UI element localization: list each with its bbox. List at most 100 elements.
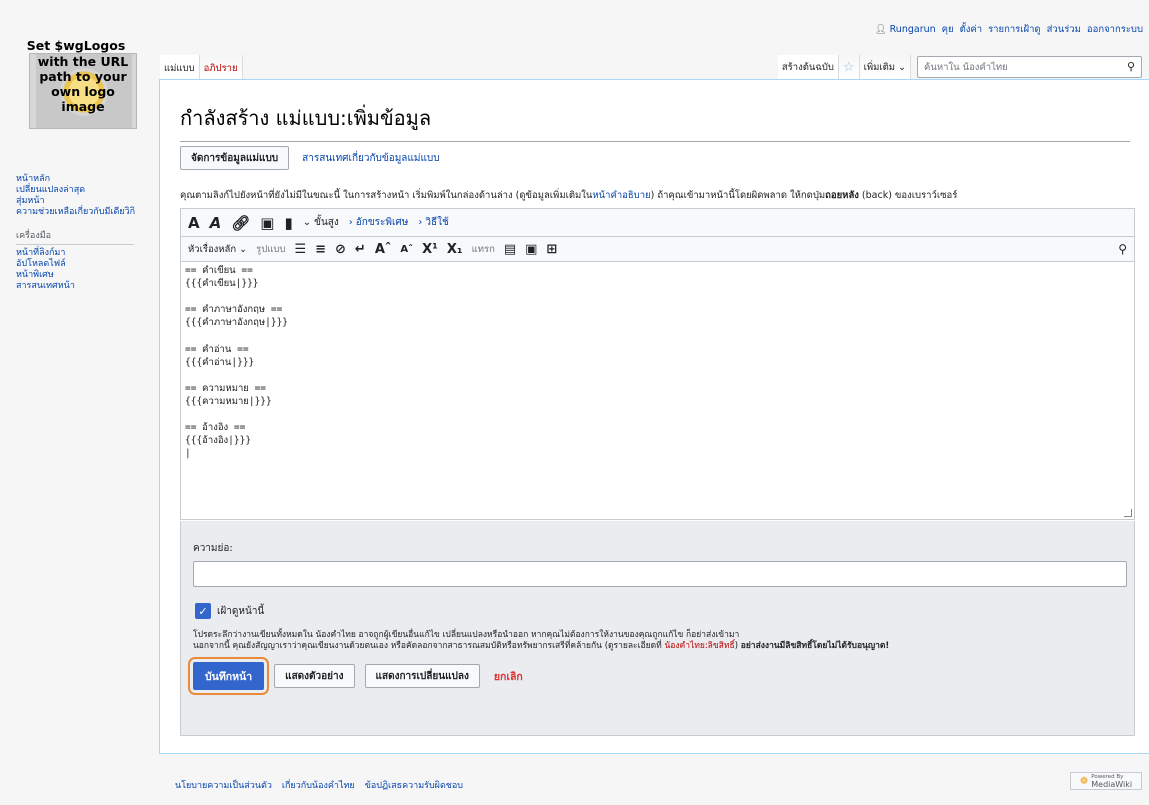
advanced-toggle[interactable]: ⌄ ขั้นสูง bbox=[303, 215, 339, 230]
save-draft-icon[interactable]: ▮ bbox=[284, 214, 292, 232]
chevron-down-icon: ⌄ bbox=[302, 217, 312, 228]
wikitext-textarea[interactable]: == คำเขียน == {{{คำเขียน|}}} == คำภาษาอั… bbox=[181, 262, 1134, 519]
powered-name: MediaWiki bbox=[1091, 779, 1133, 789]
edit-actions: บันทึกหน้า แสดงตัวอย่าง แสดงการเปลี่ยนแป… bbox=[187, 657, 523, 695]
cancel-link[interactable]: ยกเลิก bbox=[494, 668, 523, 685]
sidebar-item-what-links-here[interactable]: หน้าที่ลิงก์มา bbox=[16, 248, 146, 259]
user-link[interactable]: 👤︎ Rungarun bbox=[875, 24, 936, 35]
resize-handle[interactable] bbox=[1124, 509, 1132, 517]
small-text-icon[interactable]: Aˆ bbox=[400, 244, 413, 255]
sidebar-item-random-page[interactable]: สุ่มหน้า bbox=[16, 196, 146, 207]
heading-select-label: หัวเรื่องหลัก bbox=[188, 243, 237, 255]
sidebar: หน้าหลัก เปลี่ยนแปลงล่าสุด สุ่มหน้า ความ… bbox=[16, 174, 146, 292]
notice-bold: ถอยหลัง bbox=[825, 190, 859, 201]
logo-line-4: own logo bbox=[51, 84, 115, 99]
tab-template[interactable]: แม่แบบ bbox=[160, 55, 200, 79]
help-toggle[interactable]: › วิธีใช้ bbox=[418, 215, 448, 230]
gallery-icon[interactable]: ▤ bbox=[504, 242, 516, 257]
logout-link[interactable]: ออกจากระบบ bbox=[1087, 22, 1143, 37]
about-link[interactable]: เกี่ยวกับน้องคำไทย bbox=[282, 778, 355, 792]
numbered-list-icon[interactable]: ≡ bbox=[315, 242, 326, 257]
superscript-icon[interactable]: X¹ bbox=[422, 242, 438, 257]
search-input[interactable]: ค้นหาใน น้องคำไทย ⚲ bbox=[917, 56, 1142, 78]
watch-this-page[interactable]: ✓ เฝ้าดูหน้านี้ bbox=[195, 603, 264, 619]
notice-text-2: ) ถ้าคุณเข้ามาหน้านี้โดยผิดพลาด ให้กดปุ่… bbox=[650, 190, 826, 201]
bulleted-list-icon[interactable]: ☰ bbox=[294, 242, 306, 257]
user-name: Rungarun bbox=[889, 24, 936, 35]
search-replace-icon[interactable]: ⚲ bbox=[1118, 242, 1127, 256]
tab-create-source[interactable]: สร้างต้นฉบับ bbox=[777, 55, 839, 79]
bold-icon[interactable]: A bbox=[188, 214, 200, 232]
logo-line-5: image bbox=[61, 99, 105, 114]
copyright-link[interactable]: น้องคำไทย:ลิขสิทธิ์ bbox=[664, 641, 734, 651]
summary-input[interactable] bbox=[193, 561, 1127, 587]
user-icon: 👤︎ bbox=[874, 24, 887, 35]
show-preview-button[interactable]: แสดงตัวอย่าง bbox=[274, 664, 355, 688]
more-menu-label: เพิ่มเติม bbox=[863, 61, 896, 73]
newline-icon[interactable]: ↵ bbox=[355, 242, 366, 257]
footer-links: นโยบายความเป็นส่วนตัว เกี่ยวกับน้องคำไทย… bbox=[175, 778, 463, 792]
more-menu[interactable]: เพิ่มเติม ⌄ bbox=[859, 55, 911, 79]
italic-icon[interactable]: A bbox=[210, 214, 222, 232]
sidebar-item-page-info[interactable]: สารสนเทศหน้า bbox=[16, 281, 146, 292]
mediawiki-logo-icon: ❁ bbox=[1079, 775, 1089, 787]
image-icon[interactable]: ▣ bbox=[260, 214, 274, 232]
tab-talk[interactable]: อภิปราย bbox=[199, 55, 243, 79]
sidebar-item-help[interactable]: ความช่วยเหลือเกี่ยวกับมีเดียวิกิ bbox=[16, 207, 146, 218]
templatedata-info-link[interactable]: สารสนเทศเกี่ยวกับข้อมูลแม่แบบ bbox=[302, 151, 439, 166]
special-characters-label: อักขระพิเศษ bbox=[355, 217, 409, 228]
redirect-icon[interactable]: ▣ bbox=[525, 242, 537, 257]
license-notice: โปรดระลึกว่างานเขียนทั้งหมดใน น้องคำไทย … bbox=[193, 630, 1133, 651]
logo-line-1: Set $wgLogos bbox=[26, 38, 126, 53]
insert-label: แทรก bbox=[471, 243, 495, 255]
license-line-1: โปรดระลึกว่างานเขียนทั้งหมดใน น้องคำไทย … bbox=[193, 630, 740, 640]
special-characters-toggle[interactable]: › อักขระพิเศษ bbox=[349, 215, 409, 230]
nowiki-icon[interactable]: ⊘ bbox=[335, 242, 346, 257]
personal-tools: 👤︎ Rungarun คุย ตั้งค่า รายการเฝ้าดู ส่วน… bbox=[875, 22, 1143, 37]
logo-line-2: with the URL bbox=[37, 54, 129, 69]
disclaimer-link[interactable]: ข้อปฏิเสธความรับผิดชอบ bbox=[365, 778, 463, 792]
show-changes-button[interactable]: แสดงการเปลี่ยนแปลง bbox=[364, 664, 480, 688]
sidebar-item-main-page[interactable]: หน้าหลัก bbox=[16, 174, 146, 185]
editor-toolbar-main: A A 🔗︎ ▣ ▮ ⌄ ขั้นสูง › อักขระพิเศษ › วิธีใช… bbox=[181, 209, 1134, 237]
powered-label: Powered By MediaWiki bbox=[1091, 774, 1132, 789]
license-text-a: นอกจากนี้ คุณยังสัญญาเราว่าคุณเขียนงานด้… bbox=[193, 640, 665, 651]
page-title: กำลังสร้าง แม่แบบ:เพิ่มข้อมูล bbox=[180, 102, 1130, 142]
heading-select[interactable]: หัวเรื่องหลัก ⌄ bbox=[188, 242, 247, 257]
privacy-link[interactable]: นโยบายความเป็นส่วนตัว bbox=[175, 778, 272, 792]
logo-line-3: path to your bbox=[39, 69, 127, 84]
content-area: กำลังสร้าง แม่แบบ:เพิ่มข้อมูล จัดการข้อม… bbox=[159, 79, 1149, 754]
big-text-icon[interactable]: Aˆ bbox=[375, 242, 392, 257]
sidebar-item-special-pages[interactable]: หน้าพิเศษ bbox=[16, 270, 146, 281]
watch-star[interactable]: ☆ bbox=[838, 55, 860, 79]
contributions-link[interactable]: ส่วนร่วม bbox=[1047, 22, 1081, 37]
sidebar-heading-tools: เครื่องมือ bbox=[16, 231, 134, 245]
powered-by-mediawiki-badge[interactable]: ❁ Powered By MediaWiki bbox=[1070, 772, 1142, 790]
table-icon[interactable]: ⊞ bbox=[546, 242, 557, 257]
sidebar-item-upload[interactable]: อัปโหลดไฟล์ bbox=[16, 259, 146, 270]
wikitext-content: == คำเขียน == {{{คำเขียน|}}} == คำภาษาอั… bbox=[185, 265, 289, 460]
preferences-link[interactable]: ตั้งค่า bbox=[960, 22, 983, 37]
namespace-tabs: แม่แบบ อภิปราย bbox=[160, 55, 243, 79]
save-page-button[interactable]: บันทึกหน้า bbox=[187, 657, 270, 695]
site-logo[interactable]: Set $wgLogos with the URL path to your o… bbox=[22, 38, 144, 131]
notice-text-1: คุณตามลิงก์ไปยังหน้าที่ยังไม่มีในขณะนี้ … bbox=[180, 190, 593, 201]
wikitext-editor: A A 🔗︎ ▣ ▮ ⌄ ขั้นสูง › อักขระพิเศษ › วิธีใช… bbox=[180, 208, 1135, 520]
link-icon[interactable]: 🔗︎ bbox=[231, 214, 250, 232]
sidebar-item-recent-changes[interactable]: เปลี่ยนแปลงล่าสุด bbox=[16, 185, 146, 196]
help-label: วิธีใช้ bbox=[425, 217, 449, 228]
templatedata-bar: จัดการข้อมูลแม่แบบ สารสนเทศเกี่ยวกับข้อม… bbox=[180, 146, 440, 170]
chevron-down-icon: ⌄ bbox=[898, 61, 906, 73]
watchlist-link[interactable]: รายการเฝ้าดู bbox=[988, 22, 1041, 37]
subscript-icon[interactable]: X₁ bbox=[447, 242, 463, 257]
tab-create-source-label: สร้างต้นฉบับ bbox=[781, 61, 834, 73]
license-warning: อย่าส่งงานมีลิขสิทธิ์โดยไม่ได้รับอนุญาต! bbox=[740, 640, 890, 651]
manage-templatedata-button[interactable]: จัดการข้อมูลแม่แบบ bbox=[180, 146, 290, 170]
editor-toolbar-advanced: หัวเรื่องหลัก ⌄ รูปแบบ ☰ ≡ ⊘ ↵ Aˆ Aˆ X¹ … bbox=[181, 237, 1134, 262]
search-icon[interactable]: ⚲ bbox=[1127, 60, 1135, 73]
talk-link[interactable]: คุย bbox=[942, 22, 954, 37]
chevron-right-icon: › bbox=[348, 217, 353, 228]
watch-checkbox[interactable]: ✓ bbox=[195, 603, 211, 619]
help-page-link[interactable]: หน้าคำอธิบาย bbox=[592, 190, 650, 201]
chevron-right-icon: › bbox=[418, 217, 423, 228]
